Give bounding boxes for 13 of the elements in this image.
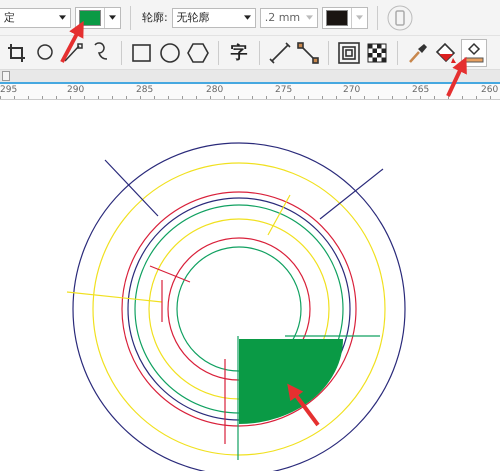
text-tool[interactable]: 字 [226,38,252,66]
ruler-label: 290 [67,85,84,95]
ruler-label: 295 [0,85,18,95]
ruler-label: 270 [343,85,360,95]
ruler-label: 260 [481,85,498,95]
ruler-label: 265 [412,85,430,95]
ruler-label: 280 [206,85,224,95]
ruler-label: 285 [136,85,154,95]
outline-dropdown[interactable]: 无轮廓 [172,8,256,28]
outline-width-field[interactable]: .2 mm [260,8,318,28]
fill-mode-dropdown[interactable]: 定 [0,8,71,28]
ruler-label: 275 [275,85,292,95]
outline-label: 轮廓: [142,10,168,25]
